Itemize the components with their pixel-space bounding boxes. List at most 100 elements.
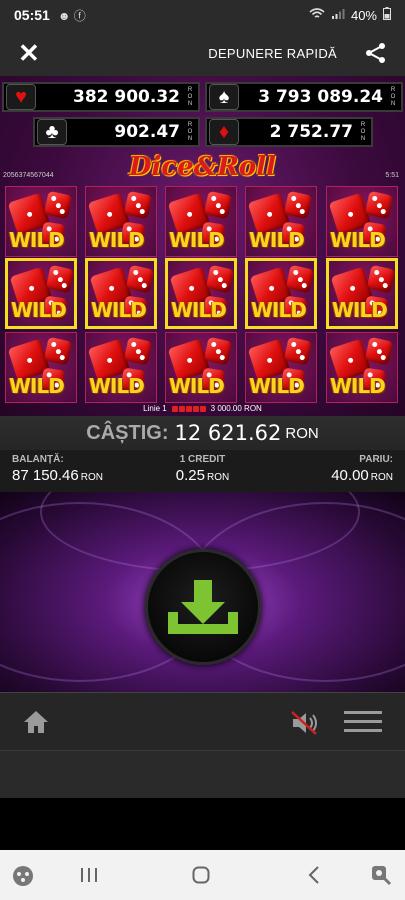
reel-symbol-wild: WILD	[326, 332, 398, 403]
wild-label: WILD	[89, 374, 145, 398]
dice-icon	[203, 336, 233, 366]
jackpot-diamond: ♦ 2 752.77 RON	[205, 117, 373, 147]
bet-currency: RON	[370, 472, 393, 483]
line-win: Linie 1 3 000.00 RON	[0, 404, 405, 413]
dice-icon	[205, 264, 234, 294]
reel-symbol-wild: WILD	[245, 258, 317, 329]
dice-icon	[366, 264, 395, 294]
dice-icon	[283, 336, 313, 366]
reel-symbol-wild: WILD	[85, 186, 157, 257]
close-icon[interactable]: ✕	[18, 40, 40, 66]
reel-symbol-wild: WILD	[5, 186, 77, 257]
reel-symbol-wild: WILD	[5, 258, 77, 329]
jackpot-currency: RON	[187, 121, 193, 142]
balance-value: 87 150.46	[12, 467, 79, 484]
download-icon	[168, 580, 238, 634]
screenshot-tool-icon[interactable]	[370, 864, 392, 886]
jackpot-value: 902.47	[114, 122, 180, 142]
dice-icon	[123, 336, 153, 366]
wild-label: WILD	[330, 374, 386, 398]
status-right: 40%	[309, 7, 391, 23]
top-bar: ✕ DEPUNERE RAPIDĂ	[0, 30, 405, 76]
credit-value: 0.25	[175, 467, 205, 484]
back-icon[interactable]	[308, 866, 320, 884]
diamond-icon: ♦	[209, 119, 239, 145]
wild-label: WILD	[169, 374, 225, 398]
club-icon: ♣	[37, 119, 67, 145]
jackpot-value: 2 752.77	[269, 122, 353, 142]
dice-icon	[285, 264, 314, 294]
wild-label: WILD	[169, 228, 225, 252]
line-label: Linie 1	[143, 404, 167, 413]
wild-label: WILD	[332, 298, 388, 322]
jackpot-club: ♣ 902.47 RON	[33, 117, 200, 147]
empty-area	[0, 798, 405, 850]
spade-icon: ♠	[209, 84, 239, 110]
jackpot-currency: RON	[187, 86, 193, 107]
jackpot-currency: RON	[390, 86, 396, 107]
recent-apps-icon[interactable]	[80, 867, 98, 883]
sound-muted-icon[interactable]	[290, 710, 320, 736]
win-bar: CÂȘTIG: 12 621.62 RON	[0, 416, 405, 450]
reel-symbol-wild: WILD	[165, 258, 237, 329]
win-currency: RON	[285, 424, 319, 442]
balance-block: BALANȚĂ: 87 150.46 RON	[12, 454, 103, 484]
wild-label: WILD	[89, 228, 145, 252]
dice-icon	[364, 190, 394, 220]
bet-block: PARIU: 40.00 RON	[331, 454, 393, 484]
bet-value: 40.00	[331, 467, 369, 484]
jackpot-value: 382 900.32	[72, 87, 180, 107]
game-time: 5:51	[385, 172, 399, 179]
win-label: CÂȘTIG:	[86, 421, 169, 444]
dice-icon	[364, 336, 394, 366]
quick-deposit-link[interactable]: DEPUNERE RAPIDĂ	[208, 46, 337, 61]
reel-symbol-wild: WILD	[326, 186, 398, 257]
game-area: ♥ 382 900.32 RON ♠ 3 793 089.24 RON ♣ 90…	[0, 76, 405, 416]
credit-currency: RON	[206, 472, 230, 483]
signal-icon	[331, 8, 345, 23]
status-time: 05:51	[14, 7, 50, 23]
home-button-icon[interactable]	[192, 866, 210, 884]
wild-label: WILD	[330, 228, 386, 252]
game-logo: Dice&Roll	[129, 152, 276, 182]
wild-label: WILD	[249, 228, 305, 252]
line-symbols	[169, 404, 208, 413]
reel-symbol-wild: WILD	[85, 332, 157, 403]
balance-label: BALANȚĂ:	[12, 454, 64, 465]
heart-icon: ♥	[6, 84, 36, 110]
reel-symbol-wild: WILD	[326, 258, 398, 329]
reel-symbol-wild: WILD	[165, 186, 237, 257]
reel-symbol-wild: WILD	[245, 332, 317, 403]
empty-bar	[0, 750, 405, 798]
dice-icon	[123, 190, 153, 220]
dice-icon	[45, 264, 74, 294]
wild-label: WILD	[9, 374, 65, 398]
line-currency: RON	[244, 404, 262, 413]
status-bar: 05:51 ☻ ⓕ 40%	[0, 0, 405, 30]
reel-symbol-wild: WILD	[245, 186, 317, 257]
game-bottom-nav	[0, 692, 405, 750]
game-id: 2056374567044	[3, 172, 54, 179]
credit-block: 1 CREDIT 0.25 RON	[160, 454, 245, 484]
wild-label: WILD	[249, 374, 305, 398]
reel-symbol-wild: WILD	[165, 332, 237, 403]
home-icon[interactable]	[22, 709, 50, 735]
dice-icon	[125, 264, 154, 294]
reel-symbol-wild: WILD	[85, 258, 157, 329]
share-icon[interactable]	[365, 42, 387, 64]
download-button[interactable]	[145, 549, 261, 665]
game-launcher-icon[interactable]	[12, 865, 34, 887]
dice-icon	[43, 336, 73, 366]
wild-label: WILD	[251, 298, 307, 322]
dice-icon	[203, 190, 233, 220]
battery-text: 40%	[350, 7, 377, 23]
jackpot-spade: ♠ 3 793 089.24 RON	[205, 82, 403, 112]
info-bar: BALANȚĂ: 87 150.46 RON 1 CREDIT 0.25 RON P…	[0, 450, 405, 492]
wild-label: WILD	[171, 298, 227, 322]
balance-currency: RON	[80, 472, 103, 483]
system-nav-bar	[0, 850, 405, 900]
menu-icon[interactable]	[344, 711, 382, 733]
win-amount: 12 621.62	[174, 421, 282, 445]
wifi-icon	[309, 7, 325, 23]
dice-icon	[43, 190, 73, 220]
